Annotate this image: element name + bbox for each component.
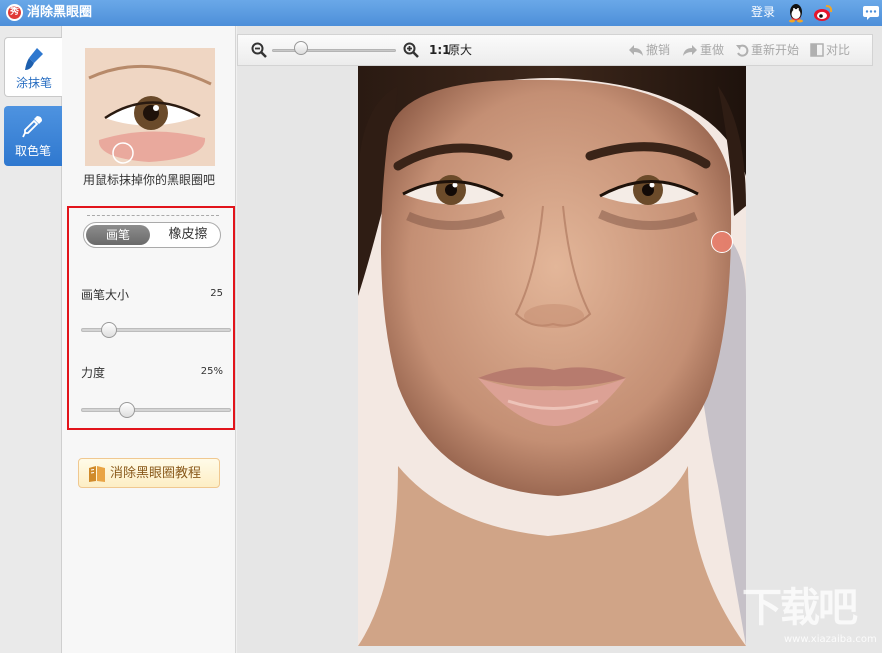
restart-icon <box>736 44 749 57</box>
title-bar: 秀 消除黑眼圈 登录 <box>0 0 882 26</box>
canvas-toolbar: 1:1 原大 撤销 重做 重新开始 对比 <box>237 34 873 66</box>
strength-slider[interactable] <box>118 402 135 418</box>
mode-brush-button[interactable]: 画笔 <box>86 225 150 245</box>
tool-rail: 涂抹笔 取色笔 <box>0 26 62 653</box>
watermark-logo: 下载吧 <box>742 585 858 631</box>
actual-size-button[interactable]: 原大 <box>448 43 472 58</box>
tab-color-picker[interactable]: 取色笔 <box>4 106 62 166</box>
undo-icon <box>629 45 643 56</box>
divider <box>87 215 219 216</box>
brush-icon <box>25 48 43 70</box>
compare-icon <box>810 43 824 57</box>
zoom-track[interactable] <box>272 49 396 52</box>
book-icon <box>89 466 105 482</box>
options-panel: 用鼠标抹掉你的黑眼圈吧 画笔 橡皮擦 画笔大小 25 力度 25% 消除黑眼圈教… <box>62 26 236 653</box>
tab-smear-brush-label: 涂抹笔 <box>15 76 52 90</box>
brush-size-value: 25 <box>210 288 223 299</box>
brush-size-label: 画笔大小 <box>81 288 130 302</box>
brush-settings-box: 画笔 橡皮擦 画笔大小 25 力度 25% <box>67 206 235 430</box>
watermark-url: www.xiazaiba.com <box>784 634 877 645</box>
photo-canvas[interactable] <box>358 66 746 646</box>
weibo-icon[interactable] <box>813 4 833 22</box>
login-link[interactable]: 登录 <box>751 4 775 21</box>
mode-toggle: 画笔 橡皮擦 <box>83 222 221 248</box>
strength-value: 25% <box>200 366 223 377</box>
compare-label: 对比 <box>826 43 851 57</box>
work-area: 1:1 原大 撤销 重做 重新开始 对比 <box>237 26 882 653</box>
zoom-out-icon[interactable] <box>251 42 267 58</box>
eye-sample-image <box>85 48 215 166</box>
restart-label: 重新开始 <box>751 43 800 57</box>
tutorial-button[interactable]: 消除黑眼圈教程 <box>78 458 220 488</box>
undo-label: 撤销 <box>646 43 671 57</box>
tutorial-label: 消除黑眼圈教程 <box>110 466 202 481</box>
tab-smear-brush[interactable]: 涂抹笔 <box>4 37 62 97</box>
redo-label: 重做 <box>700 43 725 57</box>
app-title: 消除黑眼圈 <box>27 5 93 20</box>
zoom-in-icon[interactable] <box>403 42 419 58</box>
brush-size-slider[interactable] <box>101 322 118 338</box>
strength-track[interactable] <box>81 408 231 412</box>
app-logo: 秀 <box>6 4 23 21</box>
mode-eraser-button[interactable]: 橡皮擦 <box>158 225 218 245</box>
zoom-slider[interactable] <box>294 41 308 55</box>
panel-hint: 用鼠标抹掉你的黑眼圈吧 <box>82 173 215 187</box>
qq-icon[interactable] <box>787 3 805 23</box>
redo-icon <box>683 45 697 56</box>
more-icon[interactable] <box>862 5 880 21</box>
brush-cursor <box>711 231 733 253</box>
eyedropper-icon <box>22 116 42 138</box>
strength-label: 力度 <box>81 366 106 380</box>
tab-color-picker-label: 取色笔 <box>14 144 51 158</box>
